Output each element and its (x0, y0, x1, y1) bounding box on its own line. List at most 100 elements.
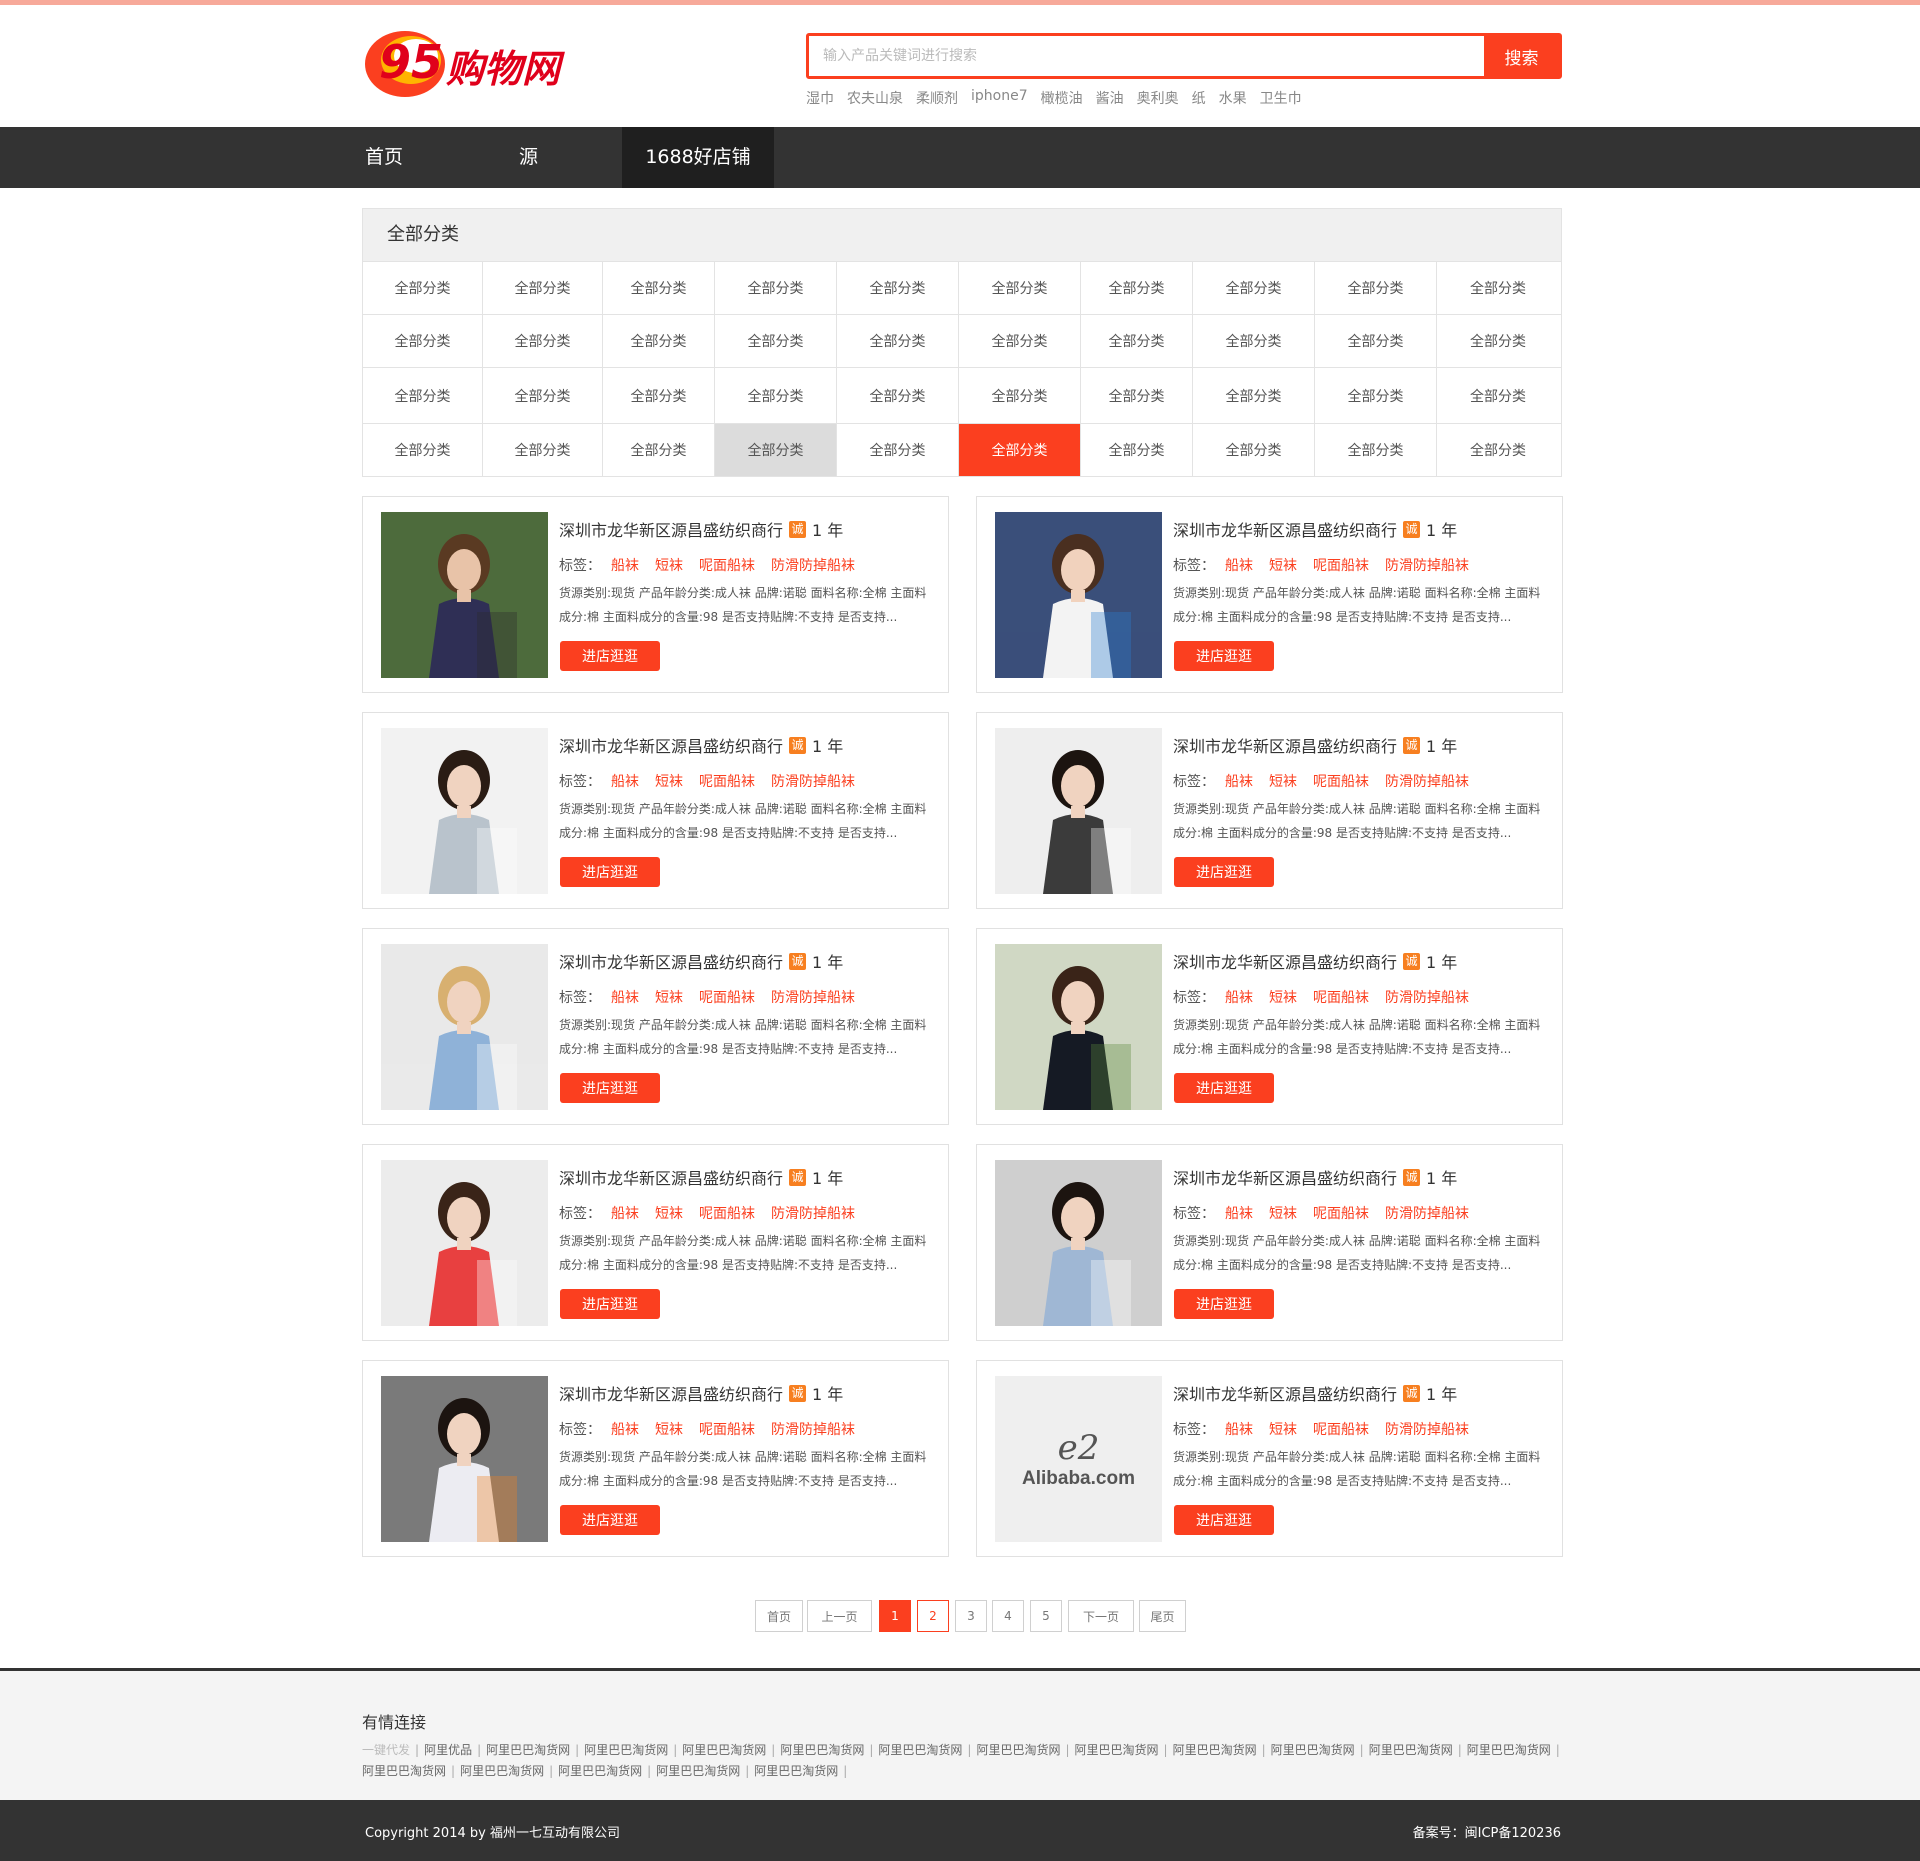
shop-image[interactable] (995, 728, 1162, 894)
tag-link[interactable]: 短袜 (1269, 990, 1297, 1006)
tag-link[interactable]: 防滑防掉船袜 (1385, 774, 1469, 790)
category-item[interactable]: 全部分类 (1315, 368, 1437, 423)
tag-link[interactable]: 防滑防掉船袜 (771, 990, 855, 1006)
category-item[interactable]: 全部分类 (959, 368, 1081, 423)
tag-link[interactable]: 船袜 (611, 558, 639, 574)
category-item[interactable]: 全部分类 (1193, 424, 1315, 476)
category-item[interactable]: 全部分类 (1081, 315, 1193, 367)
hotword-2[interactable]: 柔顺剂 (916, 88, 958, 108)
friend-link[interactable]: 阿里巴巴淘货网 (656, 1764, 740, 1778)
shop-name[interactable]: 深圳市龙华新区源昌盛纺织商行 诚 1 年 (1173, 1381, 1457, 1405)
page-4[interactable]: 4 (992, 1600, 1024, 1632)
friend-link[interactable]: 阿里巴巴淘货网 (558, 1764, 642, 1778)
shop-image[interactable]: e2 Alibaba.com (995, 1376, 1162, 1542)
tag-link[interactable]: 船袜 (1225, 774, 1253, 790)
visit-shop-button[interactable]: 进店逛逛 (1174, 1289, 1274, 1319)
site-logo[interactable]: 95 购物网 (361, 22, 565, 102)
hotword-4[interactable]: 橄榄油 (1041, 88, 1083, 108)
category-item[interactable]: 全部分类 (837, 315, 959, 367)
tag-link[interactable]: 防滑防掉船袜 (1385, 1422, 1469, 1438)
category-item[interactable]: 全部分类 (363, 315, 483, 367)
category-item[interactable]: 全部分类 (1437, 424, 1559, 476)
category-item[interactable]: 全部分类 (1081, 368, 1193, 423)
shop-name-text[interactable]: 深圳市龙华新区源昌盛纺织商行 (559, 1381, 783, 1405)
friend-link[interactable]: 阿里巴巴淘货网 (460, 1764, 544, 1778)
visit-shop-button[interactable]: 进店逛逛 (560, 1073, 660, 1103)
category-item[interactable]: 全部分类 (483, 368, 603, 423)
tag-link[interactable]: 短袜 (1269, 774, 1297, 790)
friend-link[interactable]: 阿里巴巴淘货网 (682, 1743, 766, 1757)
page-next[interactable]: 下一页 (1068, 1600, 1134, 1632)
visit-shop-button[interactable]: 进店逛逛 (1174, 1505, 1274, 1535)
tag-link[interactable]: 呢面船袜 (1313, 558, 1369, 574)
friend-link[interactable]: 阿里巴巴淘货网 (780, 1743, 864, 1757)
visit-shop-button[interactable]: 进店逛逛 (560, 641, 660, 671)
shop-name-text[interactable]: 深圳市龙华新区源昌盛纺织商行 (1173, 1381, 1397, 1405)
shop-name[interactable]: 深圳市龙华新区源昌盛纺织商行 诚 1 年 (1173, 517, 1457, 541)
shop-name-text[interactable]: 深圳市龙华新区源昌盛纺织商行 (559, 733, 783, 757)
hotword-1[interactable]: 农夫山泉 (847, 88, 903, 108)
tag-link[interactable]: 呢面船袜 (1313, 990, 1369, 1006)
category-item[interactable]: 全部分类 (1193, 368, 1315, 423)
friend-link[interactable]: 阿里巴巴淘货网 (486, 1743, 570, 1757)
category-item[interactable]: 全部分类 (363, 424, 483, 476)
category-item[interactable]: 全部分类 (1437, 368, 1559, 423)
category-item[interactable]: 全部分类 (603, 368, 715, 423)
shop-image[interactable] (995, 1160, 1162, 1326)
tag-link[interactable]: 防滑防掉船袜 (771, 1206, 855, 1222)
tag-link[interactable]: 短袜 (655, 1422, 683, 1438)
tag-link[interactable]: 防滑防掉船袜 (1385, 1206, 1469, 1222)
friend-link[interactable]: 阿里巴巴淘货网 (976, 1743, 1060, 1757)
shop-image[interactable] (381, 1160, 548, 1326)
category-item[interactable]: 全部分类 (1081, 424, 1193, 476)
page-5[interactable]: 5 (1030, 1600, 1062, 1632)
category-item[interactable]: 全部分类 (363, 368, 483, 423)
nav-home[interactable]: 首页 (362, 127, 422, 188)
visit-shop-button[interactable]: 进店逛逛 (1174, 857, 1274, 887)
tag-link[interactable]: 船袜 (611, 1206, 639, 1222)
tag-link[interactable]: 防滑防掉船袜 (771, 1422, 855, 1438)
tag-link[interactable]: 呢面船袜 (699, 1422, 755, 1438)
tag-link[interactable]: 短袜 (1269, 1422, 1297, 1438)
category-item[interactable]: 全部分类 (363, 262, 483, 314)
visit-shop-button[interactable]: 进店逛逛 (560, 1289, 660, 1319)
tag-link[interactable]: 船袜 (1225, 1206, 1253, 1222)
tag-link[interactable]: 呢面船袜 (699, 990, 755, 1006)
tag-link[interactable]: 短袜 (1269, 558, 1297, 574)
shop-image[interactable] (381, 728, 548, 894)
category-item[interactable]: 全部分类 (837, 424, 959, 476)
shop-name-text[interactable]: 深圳市龙华新区源昌盛纺织商行 (1173, 517, 1397, 541)
page-prev[interactable]: 上一页 (807, 1600, 872, 1632)
shop-name-text[interactable]: 深圳市龙华新区源昌盛纺织商行 (1173, 949, 1397, 973)
shop-name-text[interactable]: 深圳市龙华新区源昌盛纺织商行 (559, 1165, 783, 1189)
tag-link[interactable]: 船袜 (611, 774, 639, 790)
friend-link[interactable]: 阿里巴巴淘货网 (754, 1764, 838, 1778)
category-item[interactable]: 全部分类 (1193, 262, 1315, 314)
shop-name-text[interactable]: 深圳市龙华新区源昌盛纺织商行 (559, 949, 783, 973)
category-item[interactable]: 全部分类 (483, 262, 603, 314)
tag-link[interactable]: 呢面船袜 (699, 774, 755, 790)
tag-link[interactable]: 呢面船袜 (699, 1206, 755, 1222)
hotword-7[interactable]: 纸 (1192, 88, 1206, 108)
hotword-6[interactable]: 奥利奥 (1137, 88, 1179, 108)
shop-name[interactable]: 深圳市龙华新区源昌盛纺织商行 诚 1 年 (1173, 1165, 1457, 1189)
category-item[interactable]: 全部分类 (715, 368, 837, 423)
shop-name[interactable]: 深圳市龙华新区源昌盛纺织商行 诚 1 年 (559, 1381, 843, 1405)
category-item[interactable]: 全部分类 (1193, 315, 1315, 367)
page-2[interactable]: 2 (917, 1600, 949, 1632)
tag-link[interactable]: 呢面船袜 (1313, 1422, 1369, 1438)
friend-link[interactable]: 阿里巴巴淘货网 (1075, 1743, 1159, 1757)
search-button[interactable]: 搜索 (1484, 36, 1559, 76)
category-item[interactable]: 全部分类 (1437, 262, 1559, 314)
category-item[interactable]: 全部分类 (1081, 262, 1193, 314)
friend-link[interactable]: 阿里巴巴淘货网 (1369, 1743, 1453, 1757)
shop-name-text[interactable]: 深圳市龙华新区源昌盛纺织商行 (1173, 1165, 1397, 1189)
tag-link[interactable]: 船袜 (1225, 990, 1253, 1006)
visit-shop-button[interactable]: 进店逛逛 (1174, 1073, 1274, 1103)
tag-link[interactable]: 短袜 (1269, 1206, 1297, 1222)
nav-source-goods[interactable]: 源头好货 (422, 127, 538, 351)
nav-1688-shops[interactable]: 1688好店铺 (622, 127, 774, 188)
category-item[interactable]: 全部分类 (603, 424, 715, 476)
tag-link[interactable]: 呢面船袜 (1313, 1206, 1369, 1222)
category-item[interactable]: 全部分类 (837, 368, 959, 423)
